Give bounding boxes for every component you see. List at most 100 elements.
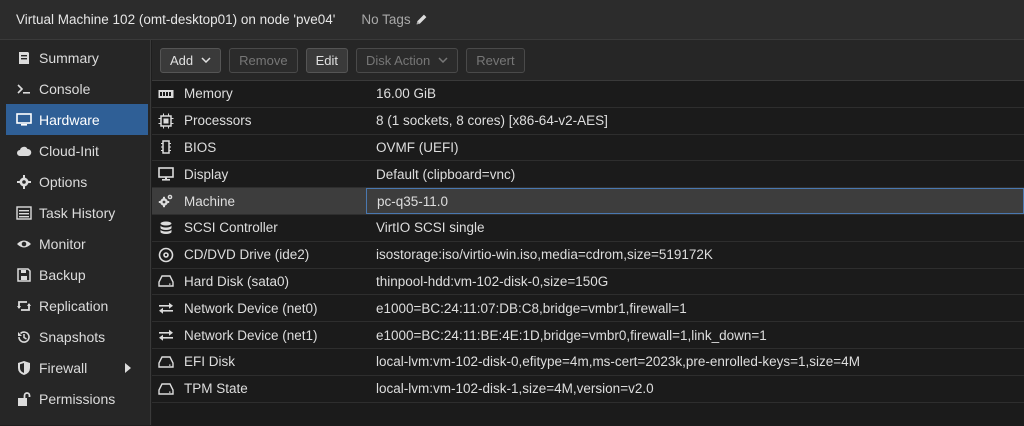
page-title: Virtual Machine 102 (omt-desktop01) on n…: [16, 12, 336, 27]
row-value: thinpool-hdd:vm-102-disk-0,size=150G: [376, 273, 609, 289]
row-value: OVMF (UEFI): [376, 139, 459, 155]
disk-action-button-label: Disk Action: [365, 52, 431, 68]
edit-button-label: Edit: [315, 52, 338, 68]
expand-arrow-icon[interactable]: [124, 362, 132, 373]
table-row[interactable]: Hard Disk (sata0) thinpool-hdd:vm-102-di…: [152, 269, 1024, 296]
pencil-icon: [416, 14, 427, 25]
sidebar-item-label: Replication: [39, 297, 109, 314]
row-name: BIOS: [184, 139, 217, 155]
row-name: Network Device (net0): [184, 300, 318, 316]
add-button[interactable]: Add: [160, 47, 222, 73]
row-value: e1000=BC:24:11:BE:4E:1D,bridge=vmbr0,fir…: [376, 327, 767, 343]
toolbar: Add Remove Edit Disk Action Revert: [152, 40, 1024, 80]
sidebar-item-task-history[interactable]: Task History: [0, 197, 150, 228]
row-value: 16.00 GiB: [376, 86, 437, 102]
sidebar-item-label: Snapshots: [39, 328, 106, 345]
row-name: Machine: [184, 193, 236, 209]
row-name: EFI Disk: [184, 354, 236, 370]
revert-button-label: Revert: [476, 52, 515, 68]
row-value: Default (clipboard=vnc): [376, 166, 516, 182]
hdd-icon: [155, 353, 177, 371]
shield-icon: [15, 359, 33, 377]
table-row[interactable]: Machine pc-q35-11.0: [152, 188, 1024, 215]
sidebar-item-label: Permissions: [39, 390, 116, 407]
sidebar: Summary Console Hardware Cloud-Init Opti…: [0, 40, 151, 425]
gear-icon: [15, 173, 33, 191]
table-row[interactable]: TPM State local-lvm:vm-102-disk-1,size=4…: [152, 376, 1024, 403]
chip-icon: [155, 138, 177, 156]
table-row[interactable]: EFI Disk local-lvm:vm-102-disk-0,efitype…: [152, 349, 1024, 376]
sidebar-item-label: Summary: [39, 49, 99, 66]
floppy-icon: [15, 266, 33, 284]
sidebar-item-backup[interactable]: Backup: [0, 259, 150, 290]
chevron-down-icon: [438, 57, 448, 63]
desktop-icon: [155, 165, 177, 183]
sidebar-item-label: Monitor: [39, 235, 86, 252]
table-row[interactable]: CD/DVD Drive (ide2) isostorage:iso/virti…: [152, 242, 1024, 269]
row-name: SCSI Controller: [184, 220, 278, 236]
database-icon: [155, 219, 177, 237]
sidebar-item-snapshots[interactable]: Snapshots: [0, 321, 150, 352]
title-bar: Virtual Machine 102 (omt-desktop01) on n…: [0, 0, 1024, 40]
cpu-icon: [155, 112, 177, 130]
row-value: isostorage:iso/virtio-win.iso,media=cdro…: [376, 247, 713, 263]
row-name: TPM State: [184, 381, 248, 397]
sidebar-item-cloud-init[interactable]: Cloud-Init: [0, 135, 150, 166]
row-value: 8 (1 sockets, 8 cores) [x86-64-v2-AES]: [376, 113, 608, 129]
retweet-icon: [15, 297, 33, 315]
disk-action-button[interactable]: Disk Action: [355, 47, 459, 73]
hdd-icon: [155, 380, 177, 398]
cogs-icon: [155, 192, 177, 210]
row-value: local-lvm:vm-102-disk-1,size=4M,version=…: [376, 381, 654, 397]
history-icon: [15, 328, 33, 346]
table-row[interactable]: Display Default (clipboard=vnc): [152, 161, 1024, 189]
row-name: Network Device (net1): [184, 327, 318, 343]
row-name: CD/DVD Drive (ide2): [184, 247, 310, 263]
table-row[interactable]: Network Device (net0) e1000=BC:24:11:07:…: [152, 295, 1024, 323]
row-value: e1000=BC:24:11:07:DB:C8,bridge=vmbr1,fir…: [376, 300, 687, 316]
sidebar-item-console[interactable]: Console: [0, 73, 150, 104]
sidebar-item-label: Console: [39, 80, 91, 97]
eye-icon: [15, 235, 33, 253]
tags-edit[interactable]: No Tags: [361, 12, 427, 27]
row-value: local-lvm:vm-102-disk-0,efitype=4m,ms-ce…: [376, 354, 860, 370]
list-icon: [15, 204, 33, 222]
chevron-down-icon: [201, 57, 211, 63]
sidebar-item-label: Hardware: [39, 111, 100, 128]
sidebar-item-label: Cloud-Init: [39, 142, 99, 159]
row-name: Display: [184, 166, 229, 182]
unlock-icon: [15, 390, 33, 408]
remove-button[interactable]: Remove: [229, 47, 298, 73]
sidebar-item-summary[interactable]: Summary: [0, 42, 150, 73]
remove-button-label: Remove: [239, 52, 288, 68]
monitor-icon: [15, 111, 33, 129]
row-value: pc-q35-11.0: [366, 188, 1024, 214]
memory-icon: [155, 85, 177, 103]
sidebar-item-monitor[interactable]: Monitor: [0, 228, 150, 259]
console-icon: [15, 80, 33, 98]
hardware-grid: Memory 16.00 GiB Processors 8 (1 sockets…: [152, 80, 1024, 426]
sidebar-item-replication[interactable]: Replication: [0, 290, 150, 321]
sidebar-item-options[interactable]: Options: [0, 166, 150, 197]
row-value: VirtIO SCSI single: [376, 220, 485, 236]
sidebar-item-firewall[interactable]: Firewall: [0, 352, 150, 383]
hdd-icon: [155, 272, 177, 290]
table-row[interactable]: Processors 8 (1 sockets, 8 cores) [x86-6…: [152, 108, 1024, 135]
edit-button[interactable]: Edit: [305, 47, 348, 73]
exchange-icon: [155, 299, 177, 317]
cloud-icon: [15, 142, 33, 160]
exchange-icon: [155, 326, 177, 344]
revert-button[interactable]: Revert: [466, 47, 525, 73]
table-row[interactable]: BIOS OVMF (UEFI): [152, 135, 1024, 162]
sidebar-item-hardware[interactable]: Hardware: [6, 104, 148, 135]
disc-icon: [155, 246, 177, 264]
sidebar-item-permissions[interactable]: Permissions: [0, 383, 150, 414]
table-row[interactable]: SCSI Controller VirtIO SCSI single: [152, 215, 1024, 242]
add-button-label: Add: [170, 52, 194, 68]
summary-icon: [15, 49, 33, 67]
table-row[interactable]: Memory 16.00 GiB: [152, 81, 1024, 108]
table-row[interactable]: Network Device (net1) e1000=BC:24:11:BE:…: [152, 322, 1024, 349]
sidebar-item-label: Backup: [39, 266, 86, 283]
row-name: Hard Disk (sata0): [184, 273, 290, 289]
tags-label: No Tags: [361, 12, 411, 27]
